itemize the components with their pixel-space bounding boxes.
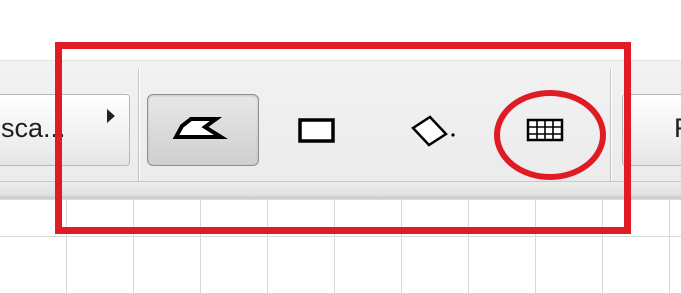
highlight-circle <box>494 90 606 180</box>
right-button-label: F <box>674 113 681 144</box>
